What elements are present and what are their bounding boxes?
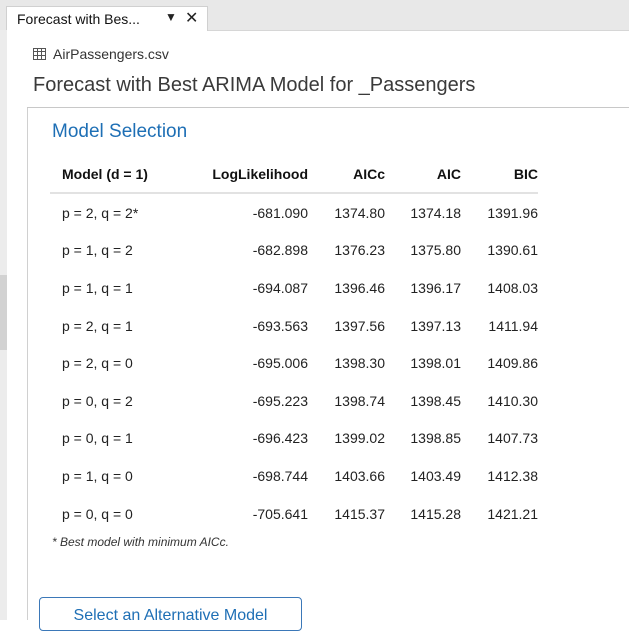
column-header-aic: AIC: [385, 155, 461, 194]
table-body: p = 2, q = 2* -681.090 1374.80 1374.18 1391.…: [50, 193, 538, 532]
page-title: Forecast with Best ARIMA Model for _Pass…: [33, 74, 476, 96]
table-row: p = 1, q = 0 -698.744 1403.66 1403.49 1412.3…: [50, 457, 538, 495]
cell-model: p = 2, q = 1: [62, 317, 133, 334]
cell-aic: 1398.01: [410, 355, 461, 372]
table-header-row: Model (d = 1) LogLikelihood AICc AIC BIC: [50, 155, 538, 194]
cell-model: p = 0, q = 0: [62, 505, 133, 522]
cell-loglikelihood: -694.087: [252, 279, 308, 296]
table-row: p = 2, q = 2* -681.090 1374.80 1374.18 1391.…: [50, 193, 538, 232]
cell-aicc: 1374.80: [334, 204, 385, 221]
table-row: p = 1, q = 1 -694.087 1396.46 1396.17 1408.0…: [50, 269, 538, 307]
table-row: p = 1, q = 2 -682.898 1376.23 1375.80 1390.6…: [50, 232, 538, 270]
cell-bic: 1410.30: [487, 392, 538, 409]
cell-aic: 1396.17: [410, 279, 461, 296]
cell-aic: 1403.49: [410, 467, 461, 484]
cell-bic: 1407.73: [487, 430, 538, 447]
cell-model: p = 0, q = 2: [62, 392, 133, 409]
cell-model: p = 1, q = 2: [62, 242, 133, 259]
column-header-aicc: AICc: [308, 155, 385, 194]
cell-model: p = 2, q = 0: [62, 355, 133, 372]
left-scroll-region[interactable]: [0, 275, 7, 350]
table-grid-icon: [33, 48, 46, 60]
cell-loglikelihood: -693.563: [252, 317, 308, 334]
cell-model: p = 0, q = 1: [62, 430, 133, 447]
cell-loglikelihood: -681.090: [252, 204, 308, 221]
cell-aic: 1375.80: [410, 242, 461, 259]
cell-loglikelihood: -696.423: [252, 430, 308, 447]
cell-aic: 1374.18: [410, 204, 461, 221]
cell-aic: 1415.28: [410, 505, 461, 522]
footnote: * Best model with minimum AICc.: [52, 535, 229, 549]
table-row: p = 0, q = 1 -696.423 1399.02 1398.85 1407.7…: [50, 420, 538, 458]
cell-loglikelihood: -695.223: [252, 392, 308, 409]
cell-aicc: 1415.37: [334, 505, 385, 522]
cell-bic: 1391.96: [487, 204, 538, 221]
column-header-loglikelihood: LogLikelihood: [184, 155, 308, 194]
model-selection-table: Model (d = 1) LogLikelihood AICc AIC BIC…: [50, 155, 538, 532]
cell-aicc: 1396.46: [334, 279, 385, 296]
chevron-down-icon[interactable]: ▼: [165, 10, 177, 24]
tab-forecast[interactable]: Forecast with Bes... ▼ ✕: [6, 6, 208, 31]
tab-strip: Forecast with Bes... ▼ ✕: [0, 0, 629, 31]
cell-aic: 1398.45: [410, 392, 461, 409]
cell-aic: 1397.13: [410, 317, 461, 334]
tab-title[interactable]: Forecast with Bes...: [17, 11, 140, 27]
cell-aicc: 1399.02: [334, 430, 385, 447]
cell-aicc: 1376.23: [334, 242, 385, 259]
cell-model: p = 1, q = 1: [62, 279, 133, 296]
table-row: p = 2, q = 0 -695.006 1398.30 1398.01 1409.8…: [50, 344, 538, 382]
cell-aic: 1398.85: [410, 430, 461, 447]
cell-bic: 1412.38: [487, 467, 538, 484]
data-source: AirPassengers.csv: [33, 44, 169, 64]
cell-loglikelihood: -698.744: [252, 467, 308, 484]
cell-aicc: 1398.30: [334, 355, 385, 372]
cell-bic: 1390.61: [487, 242, 538, 259]
cell-bic: 1411.94: [488, 317, 538, 334]
section-title: Model Selection: [52, 121, 188, 142]
cell-bic: 1421.21: [487, 505, 538, 522]
cell-bic: 1408.03: [487, 279, 538, 296]
cell-aicc: 1403.66: [334, 467, 385, 484]
cell-model: p = 2, q = 2*: [62, 204, 139, 221]
close-icon[interactable]: ✕: [185, 8, 198, 28]
table-row: p = 2, q = 1 -693.563 1397.56 1397.13 1411.9…: [50, 307, 538, 345]
table-row: p = 0, q = 0 -705.641 1415.37 1415.28 1421.2…: [50, 495, 538, 533]
cell-loglikelihood: -695.006: [252, 355, 308, 372]
column-header-bic: BIC: [461, 155, 538, 194]
cell-bic: 1409.86: [487, 355, 538, 372]
data-source-label: AirPassengers.csv: [53, 46, 169, 62]
cell-loglikelihood: -682.898: [252, 242, 308, 259]
cell-model: p = 1, q = 0: [62, 467, 133, 484]
cell-loglikelihood: -705.641: [252, 505, 308, 522]
cell-aicc: 1398.74: [334, 392, 385, 409]
table-row: p = 0, q = 2 -695.223 1398.74 1398.45 1410.3…: [50, 382, 538, 420]
select-alternative-model-button[interactable]: Select an Alternative Model: [39, 597, 302, 631]
column-header-model: Model (d = 1): [50, 155, 184, 194]
cell-aicc: 1397.56: [334, 317, 385, 334]
select-alternative-model-label: Select an Alternative Model: [73, 607, 268, 624]
